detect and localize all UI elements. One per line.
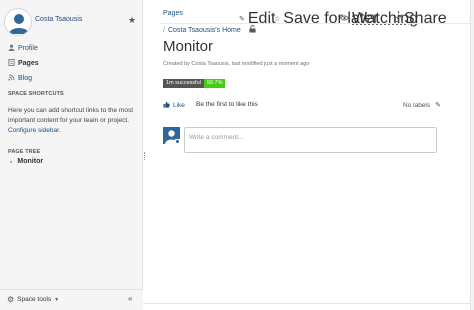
thumbs-up-icon [163, 101, 170, 110]
tree-item-label: Monitor [17, 158, 44, 165]
toolbar-divider [160, 23, 474, 24]
like-status-text: Be the first to like this [196, 101, 258, 108]
eye-icon [339, 15, 350, 23]
bullet-icon: ● [10, 159, 13, 164]
sidebar-nav: Profile Pages Blog [8, 41, 136, 86]
scrollbar[interactable] [470, 0, 474, 310]
gear-icon: ⚙ [7, 295, 15, 304]
share-label: Share [404, 10, 447, 27]
sidebar-item-label: Profile [18, 45, 38, 52]
sidebar-item-label: Blog [18, 75, 33, 82]
page-tree-title: PAGE TREE [8, 149, 41, 155]
page-metadata: Created by Costa Tsaousis, last modified… [163, 61, 310, 67]
sidebar-item-blog[interactable]: Blog [8, 71, 136, 86]
comment-row: Write a comment... [163, 127, 437, 153]
star-outline-icon: ☆ [274, 16, 281, 23]
footer-divider [143, 303, 474, 304]
space-shortcuts-title: SPACE SHORTCUTS [8, 91, 64, 97]
badge-label: 1m successful [163, 79, 204, 88]
comment-input[interactable]: Write a comment... [184, 127, 437, 153]
blog-icon [8, 74, 18, 83]
unlock-icon[interactable] [249, 25, 256, 35]
breadcrumb-pages-link[interactable]: Pages [163, 10, 183, 17]
sidebar-splitter-handle[interactable] [144, 152, 147, 160]
page-tree-item-monitor[interactable]: ● Monitor [10, 158, 43, 165]
space-tools-button[interactable]: ⚙ Space tools ▼ [7, 295, 59, 304]
breadcrumb-home-link[interactable]: Costa Tsaousis's Home [168, 27, 241, 34]
chevron-down-icon: ▼ [54, 296, 60, 303]
sidebar-footer: ⚙ Space tools ▼ « [0, 289, 143, 310]
shortcuts-text: Here you can add shortcut links to the m… [8, 107, 134, 124]
like-row: Like Be the first to like this No labels… [163, 101, 441, 111]
status-badge: 1m successful 99.7% [163, 79, 226, 88]
avatar-icon [9, 14, 29, 34]
sidebar-item-pages[interactable]: Pages [8, 56, 136, 71]
share-button[interactable]: Share [394, 10, 447, 28]
pages-icon [8, 59, 18, 68]
profile-icon [8, 44, 18, 53]
breadcrumb-separator: / [163, 26, 165, 34]
page-title: Monitor [163, 38, 214, 55]
space-tools-label: Space tools [17, 296, 52, 303]
like-button[interactable]: Like [163, 101, 185, 110]
space-header: Costa Tsaousis ★ [4, 8, 140, 38]
configure-sidebar-link[interactable]: Configure sidebar. [8, 127, 61, 134]
edit-labels-pencil-icon[interactable]: ✎ [435, 101, 441, 109]
sidebar-item-profile[interactable]: Profile [8, 41, 136, 56]
sidebar: Costa Tsaousis ★ Profile Pages Blog SPAC… [0, 0, 143, 310]
breadcrumb: / Costa Tsaousis's Home [163, 25, 256, 35]
labels-text: No labels [403, 101, 431, 109]
space-name[interactable]: Costa Tsaousis [35, 16, 82, 23]
labels-area[interactable]: No labels ✎ [403, 101, 441, 110]
user-avatar [163, 127, 180, 144]
sidebar-item-label: Pages [18, 60, 39, 67]
badge-value: 99.7% [203, 79, 226, 88]
space-avatar[interactable] [4, 8, 32, 36]
collapse-sidebar-icon[interactable]: « [128, 294, 132, 303]
shortcuts-help-text: Here you can add shortcut links to the m… [8, 106, 136, 136]
star-icon[interactable]: ★ [128, 15, 136, 26]
pencil-icon: ✎ [239, 16, 245, 23]
avatar-icon [163, 127, 180, 144]
like-label: Like [173, 102, 185, 109]
